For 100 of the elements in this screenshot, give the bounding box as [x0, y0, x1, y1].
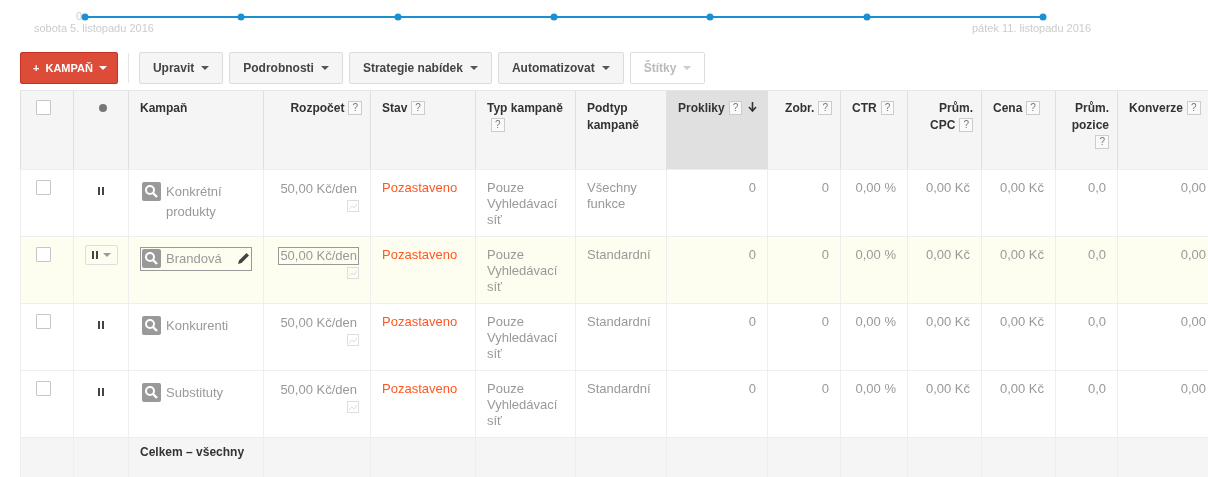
- chart-icon: [347, 267, 359, 279]
- add-campaign-button[interactable]: + KAMPAŇ: [20, 52, 118, 84]
- campaign-subtype: Všechny funkce: [587, 180, 638, 212]
- column-header[interactable]: Rozpočet ?: [263, 91, 370, 169]
- metric-value: 0: [748, 180, 756, 196]
- metric-value: 0,00 %: [855, 381, 896, 397]
- metric-value: 0,00 %: [855, 180, 896, 196]
- budget-value: 50,00 Kč/den: [279, 381, 358, 399]
- help-icon[interactable]: ?: [880, 101, 895, 115]
- column-header[interactable]: CTR ?: [840, 91, 907, 169]
- budget-value[interactable]: 50,00 Kč/den: [278, 247, 359, 265]
- metric-value: 0,00 Kč: [925, 314, 970, 330]
- metric-value: 0,00 Kč: [999, 180, 1044, 196]
- status-text: Pozastaveno: [382, 314, 458, 330]
- metric-value: 0,00 %: [855, 247, 896, 263]
- campaign-type: Pouze Vyhledávací síť: [487, 381, 559, 429]
- help-icon[interactable]: ?: [818, 101, 832, 115]
- campaign-type: Pouze Vyhledávací síť: [487, 247, 559, 295]
- table-row[interactable]: Konkrétní produkty 50,00 Kč/den Pozastaveno Pouze Vyhledávací síť Všechny funkce 0 0 0,00 % 0,00 Kč 0,00 Kč 0,0 0,00: [20, 170, 1208, 237]
- metric-value: 0,0: [1087, 180, 1106, 196]
- chart-icon: [347, 401, 359, 413]
- help-icon[interactable]: ?: [1187, 101, 1201, 115]
- search-icon: [142, 383, 161, 402]
- status-text: Pozastaveno: [382, 247, 458, 263]
- total-label: Celkem – všechny: [140, 445, 245, 459]
- column-header[interactable]: Stav ?: [370, 91, 475, 169]
- table-row[interactable]: Brandová 50,00 Kč/den Pozastaveno Pouze Vyhledávací síť Standardní 0 0 0,00 % 0,00 Kč 0,00 Kč 0,0 0,00: [20, 237, 1208, 304]
- metric-value: 0: [748, 381, 756, 397]
- column-header[interactable]: Prům. CPC ?: [907, 91, 981, 169]
- column-header[interactable]: Kampaň: [128, 91, 263, 169]
- caret-icon: [102, 253, 111, 257]
- search-icon: [142, 182, 161, 201]
- metric-value: 0: [821, 381, 829, 397]
- help-icon[interactable]: ?: [728, 101, 743, 115]
- help-icon[interactable]: ?: [491, 118, 505, 132]
- chart-icon: [347, 200, 359, 212]
- caret-icon: [601, 66, 610, 70]
- pencil-icon[interactable]: [238, 252, 250, 264]
- metric-value: 0,00: [1180, 180, 1206, 196]
- budget-value: 50,00 Kč/den: [279, 180, 358, 198]
- caret-icon: [201, 66, 210, 70]
- column-header[interactable]: Zobr. ?: [767, 91, 840, 169]
- metric-value: 0,00 Kč: [999, 381, 1044, 397]
- caret-icon: [469, 66, 478, 70]
- select-all-checkbox[interactable]: [36, 100, 51, 115]
- toolbar-button[interactable]: Upravit: [138, 52, 224, 84]
- caret-icon: [98, 66, 107, 70]
- row-checkbox[interactable]: [36, 314, 51, 329]
- toolbar-button[interactable]: Podrobnosti: [229, 52, 343, 84]
- help-icon[interactable]: ?: [1095, 135, 1109, 149]
- search-icon: [142, 249, 161, 268]
- row-checkbox[interactable]: [36, 180, 51, 195]
- status-dot-icon: [98, 104, 107, 112]
- metric-value: 0,00: [1180, 314, 1206, 330]
- metric-value: 0,00 Kč: [925, 381, 970, 397]
- metric-value: 0: [821, 180, 829, 196]
- column-header[interactable]: Cena ?: [981, 91, 1055, 169]
- metric-value: 0,00: [1180, 381, 1206, 397]
- toolbar-button[interactable]: Automatizovat: [497, 52, 624, 84]
- pause-icon: [98, 388, 104, 396]
- metric-value: 0: [748, 314, 756, 330]
- column-header[interactable]: Typ kampaně ?: [475, 91, 575, 169]
- caret-icon: [320, 66, 329, 70]
- help-icon[interactable]: ?: [1026, 101, 1040, 115]
- campaign-subtype: Standardní: [587, 247, 651, 263]
- campaign-name-link[interactable]: Konkurenti: [166, 316, 229, 336]
- row-checkbox[interactable]: [36, 381, 51, 396]
- column-header[interactable]: Prokliky ?: [666, 91, 767, 169]
- table-row[interactable]: Substituty 50,00 Kč/den Pozastaveno Pouze Vyhledávací síť Standardní 0 0 0,00 % 0,00 Kč 0,00 Kč 0,0 0,00: [20, 371, 1208, 438]
- toolbar-button[interactable]: Strategie nabídek: [348, 52, 492, 84]
- campaign-subtype: Standardní: [587, 381, 651, 397]
- help-icon[interactable]: ?: [959, 118, 973, 132]
- status-text: Pozastaveno: [382, 381, 458, 397]
- metric-value: 0,0: [1087, 381, 1106, 397]
- campaign-name-link[interactable]: Konkrétní produkty: [166, 182, 250, 222]
- caret-icon: [683, 66, 692, 70]
- metric-value: 0,00 Kč: [925, 180, 970, 196]
- metric-value: 0,00 %: [855, 314, 896, 330]
- metric-value: 0: [748, 247, 756, 263]
- campaign-type: Pouze Vyhledávací síť: [487, 180, 559, 228]
- search-icon: [142, 316, 161, 335]
- sort-arrow-icon: [748, 102, 758, 112]
- campaign-subtype: Standardní: [587, 314, 651, 330]
- campaign-type: Pouze Vyhledávací síť: [487, 314, 559, 362]
- pause-icon: [91, 251, 98, 259]
- column-header[interactable]: Prům. pozice ?: [1055, 91, 1117, 169]
- metric-value: 0: [821, 314, 829, 330]
- metric-value: 0: [821, 247, 829, 263]
- pause-icon: [98, 321, 104, 329]
- metric-value: 0,00 Kč: [925, 247, 970, 263]
- column-header[interactable]: Konverze ?: [1117, 91, 1208, 169]
- help-icon[interactable]: ?: [411, 101, 425, 115]
- status-dropdown[interactable]: [84, 245, 118, 265]
- metric-value: 0,00: [1180, 247, 1206, 263]
- table-row[interactable]: Konkurenti 50,00 Kč/den Pozastaveno Pouze Vyhledávací síť Standardní 0 0 0,00 % 0,00 Kč 0,00 Kč 0,0 0,00: [20, 304, 1208, 371]
- metric-value: 0,0: [1087, 314, 1106, 330]
- help-icon[interactable]: ?: [348, 101, 362, 115]
- row-checkbox[interactable]: [36, 247, 51, 262]
- campaign-name-link[interactable]: Substituty: [166, 383, 224, 403]
- chart-icon: [347, 334, 359, 346]
